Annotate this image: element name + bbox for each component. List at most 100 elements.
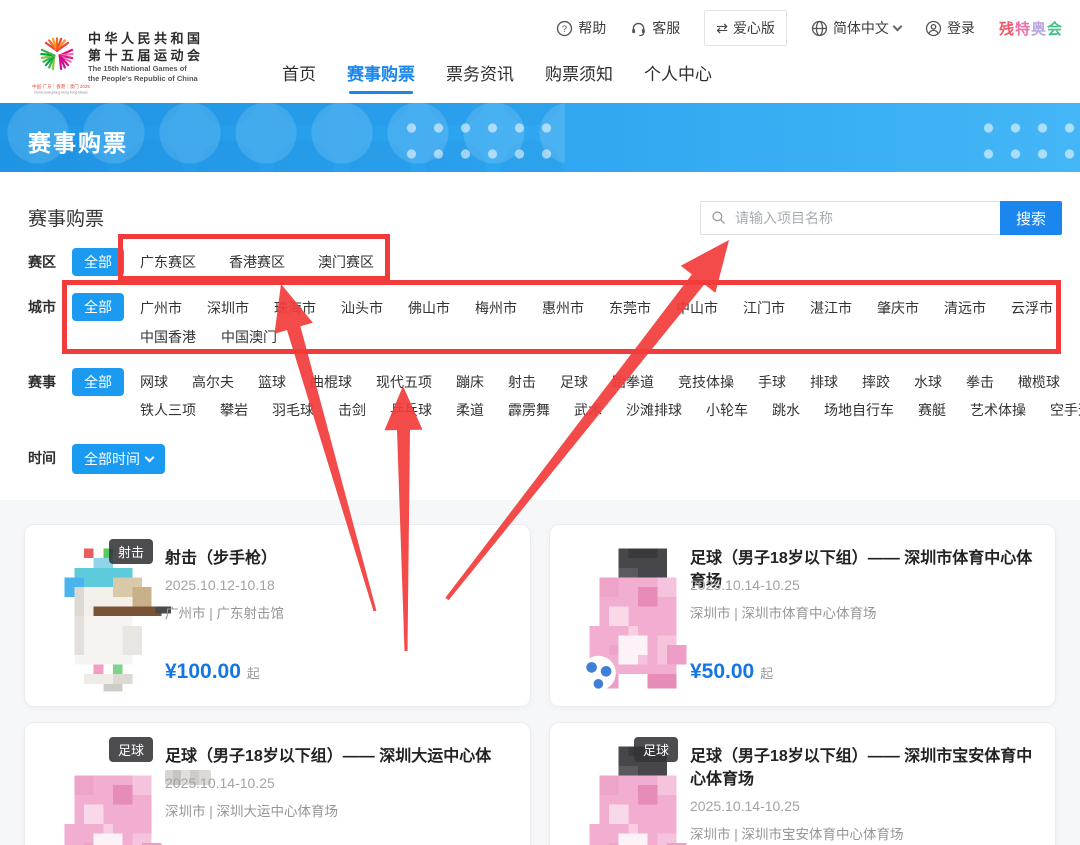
filter-chip[interactable]: 武术	[574, 396, 602, 424]
filter-chip[interactable]: 网球	[140, 368, 168, 396]
login-label: 登录	[947, 18, 975, 38]
filter-chip[interactable]: 竞技体操	[678, 368, 734, 396]
filter-chip[interactable]: 跳水	[772, 396, 800, 424]
filter-chip[interactable]: 肇庆市	[877, 294, 919, 322]
filter-chip[interactable]: 中山市	[676, 294, 718, 322]
search-button[interactable]: 搜索	[1000, 201, 1062, 235]
filter-chip[interactable]: 霹雳舞	[508, 396, 550, 424]
filter-chip[interactable]: 攀岩	[220, 396, 248, 424]
filter-label-city: 城市	[28, 293, 72, 321]
filter-chip[interactable]: 梅州市	[475, 294, 517, 322]
event-price: ¥50.00	[690, 660, 754, 684]
filter-chip[interactable]: 手球	[758, 368, 786, 396]
city-chip-all[interactable]: 全部	[72, 293, 124, 321]
games-flower-icon	[36, 31, 78, 79]
nav-home[interactable]: 首页	[282, 60, 316, 94]
region-chip-all[interactable]: 全部	[72, 248, 124, 276]
nav-personal-center[interactable]: 个人中心	[644, 60, 712, 94]
filter-chip[interactable]: 拳击	[966, 368, 994, 396]
filter-chip[interactable]: 足球	[560, 368, 588, 396]
filter-chip[interactable]: 小轮车	[706, 396, 748, 424]
event-card[interactable]: 足球 足球（男子18岁以下组）—— 深圳大运中心体 2025.10.14-10.…	[24, 722, 531, 845]
filter-chip[interactable]: 摔跤	[862, 368, 890, 396]
filter-chip[interactable]: 沙滩排球	[626, 396, 682, 424]
filter-label-region: 赛区	[28, 248, 72, 276]
filter-chip[interactable]: 篮球	[258, 368, 286, 396]
filter-chip[interactable]: 东莞市	[609, 294, 651, 322]
filter-chip[interactable]: 珠海市	[274, 294, 316, 322]
filter-chip[interactable]: 惠州市	[542, 294, 584, 322]
event-date: 2025.10.14-10.25	[690, 798, 800, 814]
price-suffix: 起	[760, 663, 773, 682]
swap-arrows-icon: ⇄	[716, 20, 728, 37]
filter-chip[interactable]: 香港赛区	[229, 248, 285, 276]
filter-chip[interactable]: 云浮市	[1011, 294, 1053, 322]
search-input[interactable]	[700, 201, 1000, 235]
filter-chip[interactable]: 乒乓球	[390, 396, 432, 424]
filter-chip[interactable]: 空手道	[1050, 396, 1080, 424]
globe-icon	[811, 20, 828, 37]
event-card[interactable]: 足球 足球（男子18岁以下组）—— 深圳市宝安体育中心体育场 2025.10.1…	[549, 722, 1056, 845]
accessible-version-button[interactable]: ⇄ 爱心版	[704, 10, 787, 46]
event-location: 深圳市 | 深圳市宝安体育中心体育场	[690, 823, 904, 843]
customer-service-link[interactable]: 客服	[630, 18, 680, 38]
event-date: 2025.10.14-10.25	[690, 577, 800, 593]
sport-chip-all[interactable]: 全部	[72, 368, 124, 396]
sport-badge: 射击	[109, 539, 153, 564]
filter-chip[interactable]: 曲棍球	[310, 368, 352, 396]
help-link[interactable]: ? 帮助	[556, 18, 606, 38]
event-mascot-image	[580, 545, 696, 697]
filter-chip[interactable]: 艺术体操	[970, 396, 1026, 424]
filter-chip[interactable]: 射击	[508, 368, 536, 396]
filter-chip[interactable]: 橄榄球	[1018, 368, 1060, 396]
filter-chip[interactable]: 蹦床	[456, 368, 484, 396]
nav-ticket-news[interactable]: 票务资讯	[446, 60, 514, 94]
filter-chip[interactable]: 湛江市	[810, 294, 852, 322]
para-games-link[interactable]: 残特奥会	[999, 18, 1063, 39]
price-suffix: 起	[247, 663, 260, 682]
filter-chip[interactable]: 中国香港	[140, 323, 196, 351]
filter-chip[interactable]: 清远市	[944, 294, 986, 322]
language-selector[interactable]: 简体中文	[811, 18, 901, 38]
filter-chip[interactable]: 柔道	[456, 396, 484, 424]
event-title: 足球（男子18岁以下组）—— 深圳市宝安体育中心体育场	[690, 745, 1039, 791]
filter-chip[interactable]: 赛艇	[918, 396, 946, 424]
filter-chip[interactable]: 现代五项	[376, 368, 432, 396]
time-dropdown-button[interactable]: 全部时间	[72, 444, 165, 474]
main-nav: 首页 赛事购票 票务资讯 购票须知 个人中心	[282, 60, 712, 94]
nav-ticket-purchase[interactable]: 赛事购票	[347, 60, 415, 94]
event-card-grid: 射击 射击（步手枪） 2025.10.12-10.18 广州市 | 广东射击馆 …	[0, 500, 1080, 845]
accessible-version-label: 爱心版	[733, 18, 775, 38]
filter-chip[interactable]: 场地自行车	[824, 396, 894, 424]
filter-chip[interactable]: 中国澳门	[221, 323, 277, 351]
event-location: 深圳市 | 深圳大运中心体育场	[165, 800, 338, 820]
login-link[interactable]: 登录	[925, 18, 975, 38]
sport-badge: 足球	[634, 737, 678, 762]
filter-chip[interactable]: 深圳市	[207, 294, 249, 322]
event-title: 射击（步手枪）	[165, 547, 514, 570]
filter-chip[interactable]: 广州市	[140, 294, 182, 322]
help-icon: ?	[556, 20, 573, 37]
filter-chip[interactable]: 跆拳道	[612, 368, 654, 396]
filter-chip[interactable]: 高尔夫	[192, 368, 234, 396]
banner-title: 赛事购票	[28, 124, 128, 158]
nav-purchase-notice[interactable]: 购票须知	[545, 60, 613, 94]
filter-chip[interactable]: 羽毛球	[272, 396, 314, 424]
filter-row-sport: 赛事 全部 网球高尔夫篮球曲棍球现代五项蹦床射击足球跆拳道竞技体操手球排球摔跤水…	[28, 368, 1070, 424]
filter-chip[interactable]: 水球	[914, 368, 942, 396]
filter-chip[interactable]: 铁人三项	[140, 396, 196, 424]
event-card[interactable]: 射击 射击（步手枪） 2025.10.12-10.18 广州市 | 广东射击馆 …	[24, 524, 531, 707]
banner-dots-pattern	[975, 115, 1075, 167]
filter-chip[interactable]: 汕头市	[341, 294, 383, 322]
filter-chip[interactable]: 排球	[810, 368, 838, 396]
sport-badge: 足球	[109, 737, 153, 762]
headset-icon	[630, 20, 647, 37]
filter-chip[interactable]: 江门市	[743, 294, 785, 322]
filter-chip[interactable]: 击剑	[338, 396, 366, 424]
event-card[interactable]: 足球（男子18岁以下组）—— 深圳市体育中心体育场 2025.10.14-10.…	[549, 524, 1056, 707]
customer-service-label: 客服	[652, 18, 680, 38]
filter-chip[interactable]: 广东赛区	[140, 248, 196, 276]
filter-chip[interactable]: 澳门赛区	[318, 248, 374, 276]
event-date: 2025.10.14-10.25	[165, 775, 275, 791]
filter-chip[interactable]: 佛山市	[408, 294, 450, 322]
